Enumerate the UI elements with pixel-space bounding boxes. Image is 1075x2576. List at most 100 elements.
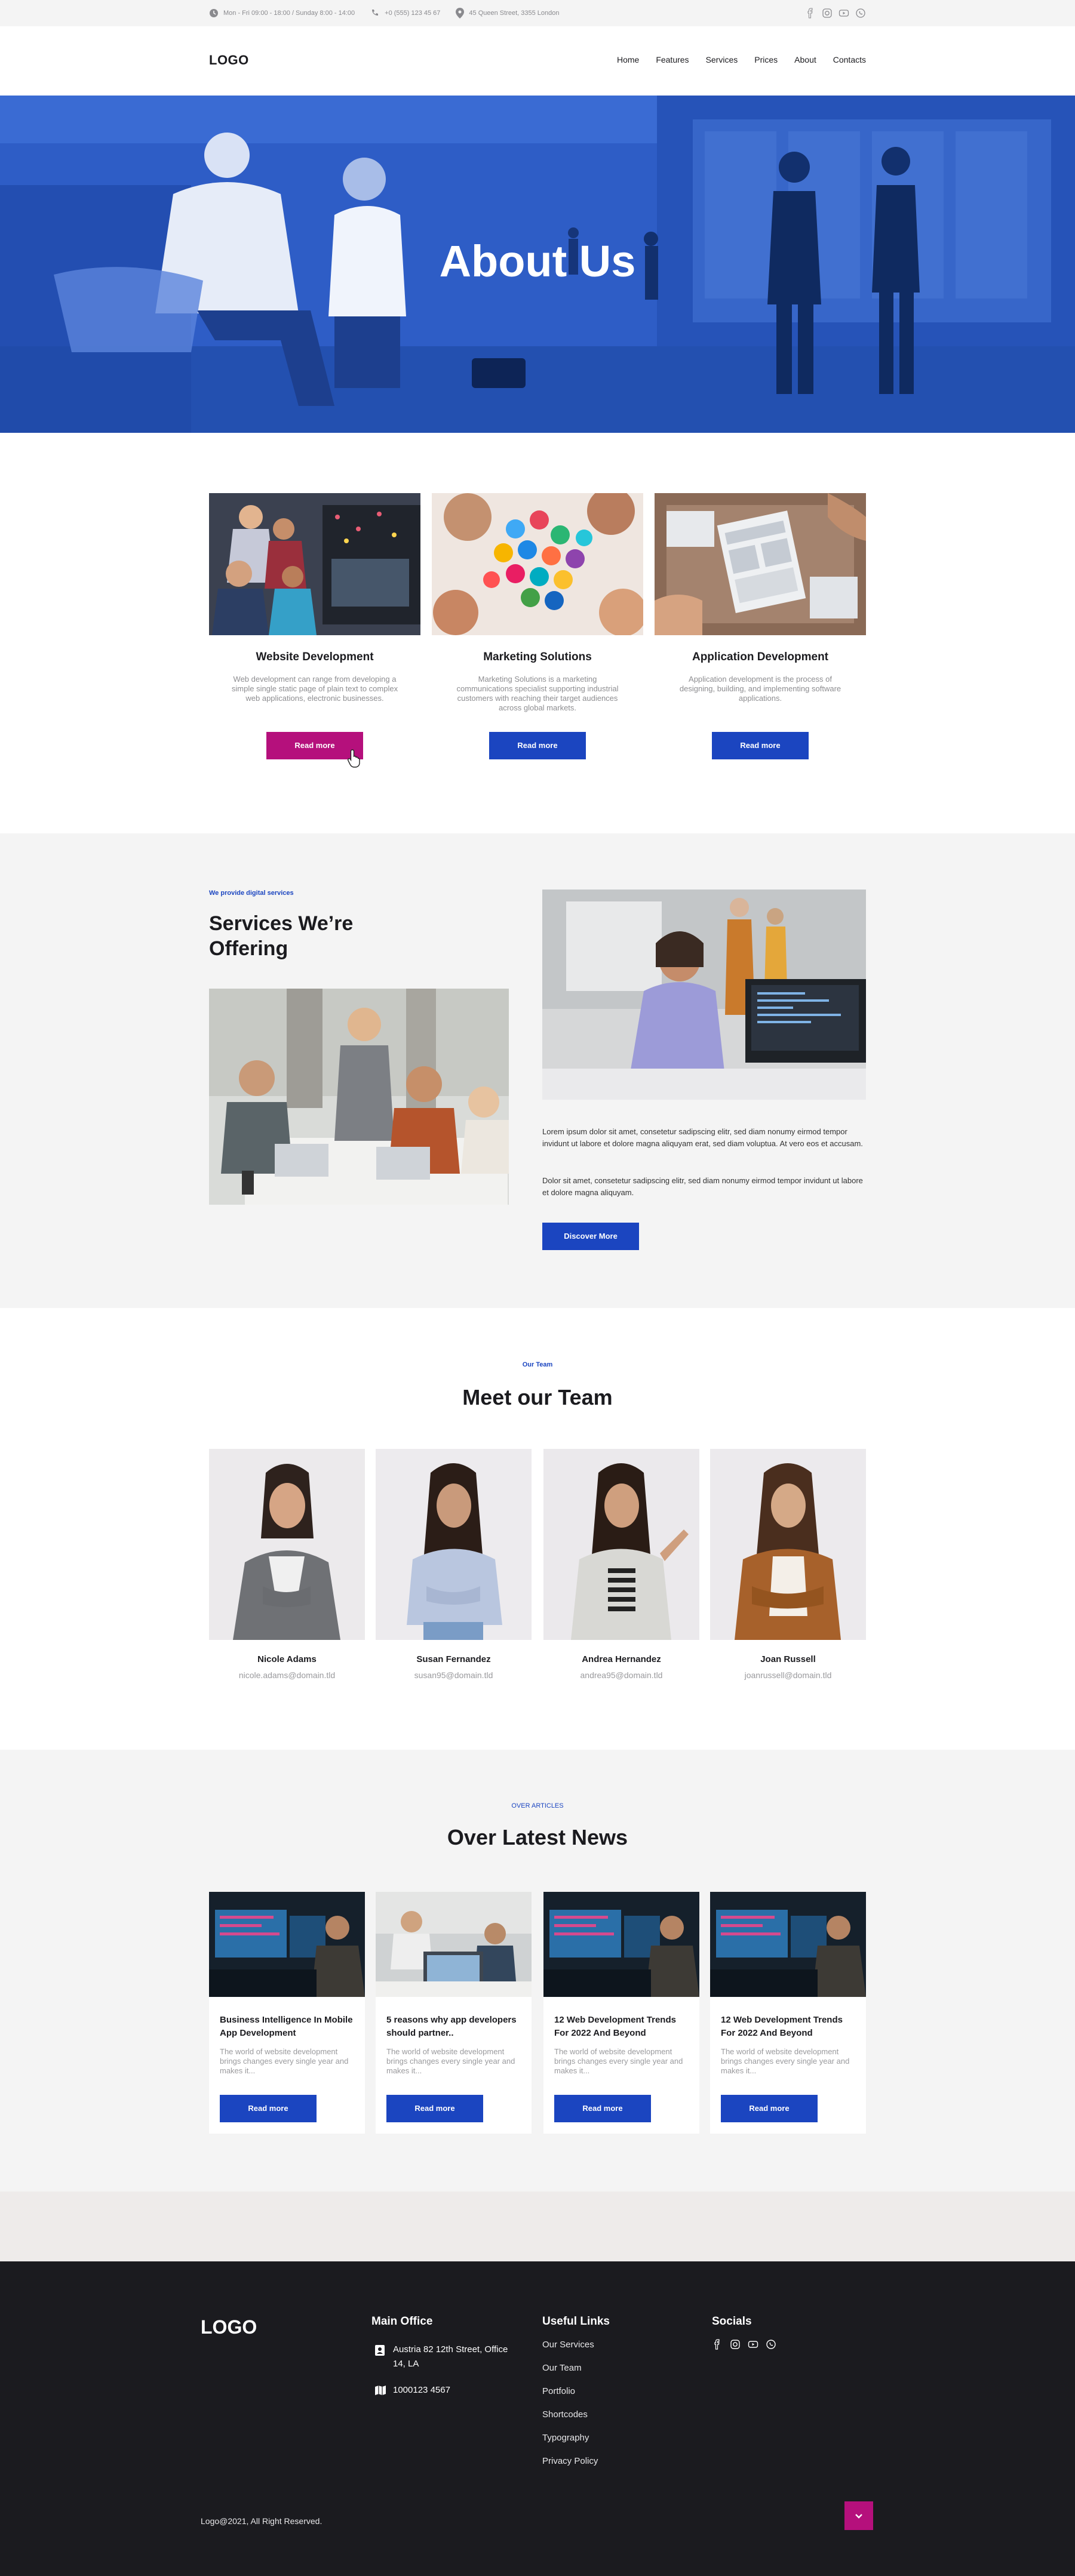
hours-item: Mon - Fri 09:00 - 18:00 / Sunday 8:00 - … (209, 8, 355, 18)
service-card-application: Application Development Application deve… (655, 493, 866, 759)
youtube-icon[interactable] (748, 2339, 758, 2350)
team-member-name: Nicole Adams (257, 1654, 317, 1664)
footer-socials-title: Socials (712, 2315, 752, 2328)
facebook-icon[interactable] (805, 8, 816, 19)
service-text: Application development is the process o… (679, 675, 841, 703)
address-text: 45 Queen Street, 3355 London (469, 10, 560, 17)
whatsapp-icon[interactable] (855, 8, 866, 19)
service-title: Application Development (692, 651, 829, 663)
header-logo[interactable]: LOGO (209, 53, 249, 68)
footer-useful-links: Useful Links Our Services Our Team Portf… (542, 2315, 610, 2468)
news-post-excerpt: The world of website development brings … (386, 2047, 515, 2075)
news-eyebrow: OVER ARTICLES (511, 1802, 564, 1809)
footer-copyright: Logo@2021, All Right Reserved. (201, 2516, 322, 2526)
footer-phone[interactable]: 1000123 4567 (393, 2383, 450, 2398)
offering-eyebrow: We provide digital services (209, 890, 294, 897)
team-member-name: Susan Fernandez (416, 1654, 491, 1664)
footer-address-row: Austria 82 12th Street, Office 14, LA (371, 2343, 521, 2371)
offering-title: Services We’re Offering (209, 911, 353, 961)
read-more-button[interactable]: Read more (489, 732, 586, 759)
nav-home[interactable]: Home (617, 55, 639, 64)
nav-services[interactable]: Services (706, 55, 738, 64)
news-post-image (376, 1892, 532, 1997)
footer-socials: Socials (712, 2315, 776, 2350)
news-post-title[interactable]: Business Intelligence In Mobile App Deve… (220, 2014, 354, 2040)
footer-link-our-team[interactable]: Our Team (542, 2362, 610, 2375)
news-title: Over Latest News (447, 1825, 628, 1849)
location-pin-icon (456, 8, 465, 19)
team-member-name: Andrea Hernandez (582, 1654, 661, 1664)
phone-item[interactable]: +0 (555) 123 45 67 (370, 8, 440, 18)
news-post-card: 12 Web Development Trends For 2022 And B… (710, 1892, 866, 2134)
nav-prices[interactable]: Prices (754, 55, 778, 64)
nav-about[interactable]: About (794, 55, 816, 64)
news-post-image (710, 1892, 866, 1997)
nav-features[interactable]: Features (656, 55, 689, 64)
team-member-card: Joan Russell joanrussell@domain.tld (710, 1449, 866, 1680)
team-member-card: Andrea Hernandez andrea95@domain.tld (543, 1449, 699, 1680)
address-card-icon (375, 2345, 385, 2356)
news-post-title[interactable]: 12 Web Development Trends For 2022 And B… (721, 2014, 855, 2040)
read-more-button[interactable]: Read more (220, 2095, 317, 2122)
read-more-button[interactable]: Read more (386, 2095, 483, 2122)
offering-paragraph-1: Lorem ipsum dolor sit amet, consetetur s… (542, 1127, 863, 1148)
footer-address: Austria 82 12th Street, Office 14, LA (393, 2344, 508, 2369)
chevron-down-icon (855, 2514, 862, 2519)
news-post-excerpt: The world of website development brings … (721, 2047, 850, 2075)
offering-title-line: Services We’re (209, 912, 354, 935)
hand-cursor-icon (348, 749, 360, 768)
footer-link-typography[interactable]: Typography (542, 2432, 610, 2445)
service-title: Website Development (256, 651, 374, 663)
team-member-photo (376, 1449, 532, 1640)
footer-main-office: Main Office Austria 82 12th Street, Offi… (371, 2315, 521, 2398)
team-member-email[interactable]: nicole.adams@domain.tld (209, 1670, 365, 1680)
service-text: Web development can range from developin… (231, 675, 398, 703)
news-post-excerpt: The world of website development brings … (554, 2047, 683, 2075)
footer-link-portfolio[interactable]: Portfolio (542, 2385, 610, 2398)
offering-image-developer (542, 890, 866, 1100)
team-member-photo (543, 1449, 699, 1640)
whatsapp-icon[interactable] (766, 2339, 776, 2350)
read-more-button[interactable]: Read more (554, 2095, 651, 2122)
team-member-email[interactable]: susan95@domain.tld (376, 1670, 532, 1680)
nav-contacts[interactable]: Contacts (833, 55, 866, 64)
footer-logo[interactable]: LOGO (201, 2316, 257, 2338)
footer-link-privacy-policy[interactable]: Privacy Policy (542, 2455, 610, 2468)
clock-icon (210, 9, 218, 17)
instagram-icon[interactable] (730, 2339, 741, 2350)
news-post-title[interactable]: 5 reasons why app developers should part… (386, 2014, 521, 2040)
scroll-to-top-button[interactable] (844, 2501, 873, 2530)
top-social-links (805, 8, 866, 19)
team-member-email[interactable]: andrea95@domain.tld (543, 1670, 699, 1680)
service-card-marketing: Marketing Solutions Marketing Solutions … (432, 493, 643, 759)
footer-link-our-services[interactable]: Our Services (542, 2338, 610, 2352)
phone-text: +0 (555) 123 45 67 (385, 10, 441, 17)
offering-section: We provide digital services Services We’… (0, 833, 1075, 1308)
service-image-website (209, 493, 420, 635)
decorative-band (0, 2192, 1075, 2261)
youtube-icon[interactable] (838, 8, 849, 19)
footer-social-links (712, 2339, 776, 2350)
facebook-icon[interactable] (712, 2339, 723, 2350)
news-post-image (543, 1892, 699, 1997)
footer-office-title: Main Office (371, 2315, 433, 2328)
offering-paragraph-2: Dolor sit amet, consetetur sadipscing el… (542, 1176, 863, 1197)
read-more-button[interactable]: Read more (721, 2095, 818, 2122)
map-icon (375, 2386, 386, 2395)
read-more-button[interactable]: Read more (712, 732, 809, 759)
hero-banner: About Us (0, 96, 1075, 433)
service-card-website: Website Development Web development can … (209, 493, 420, 768)
discover-more-button[interactable]: Discover More (542, 1223, 639, 1250)
instagram-icon[interactable] (822, 8, 833, 19)
news-post-title[interactable]: 12 Web Development Trends For 2022 And B… (554, 2014, 689, 2040)
hours-text: Mon - Fri 09:00 - 18:00 / Sunday 8:00 - … (223, 10, 355, 17)
team-member-photo (209, 1449, 365, 1640)
offering-image-team (209, 989, 509, 1205)
address-item: 45 Queen Street, 3355 London (456, 8, 560, 19)
offering-title-line: Offering (209, 937, 288, 960)
footer-link-shortcodes[interactable]: Shortcodes (542, 2408, 610, 2421)
news-post-image (209, 1892, 365, 1997)
hero-title: About Us (439, 236, 636, 286)
team-title: Meet our Team (462, 1385, 613, 1409)
team-member-email[interactable]: joanrussell@domain.tld (710, 1670, 866, 1680)
